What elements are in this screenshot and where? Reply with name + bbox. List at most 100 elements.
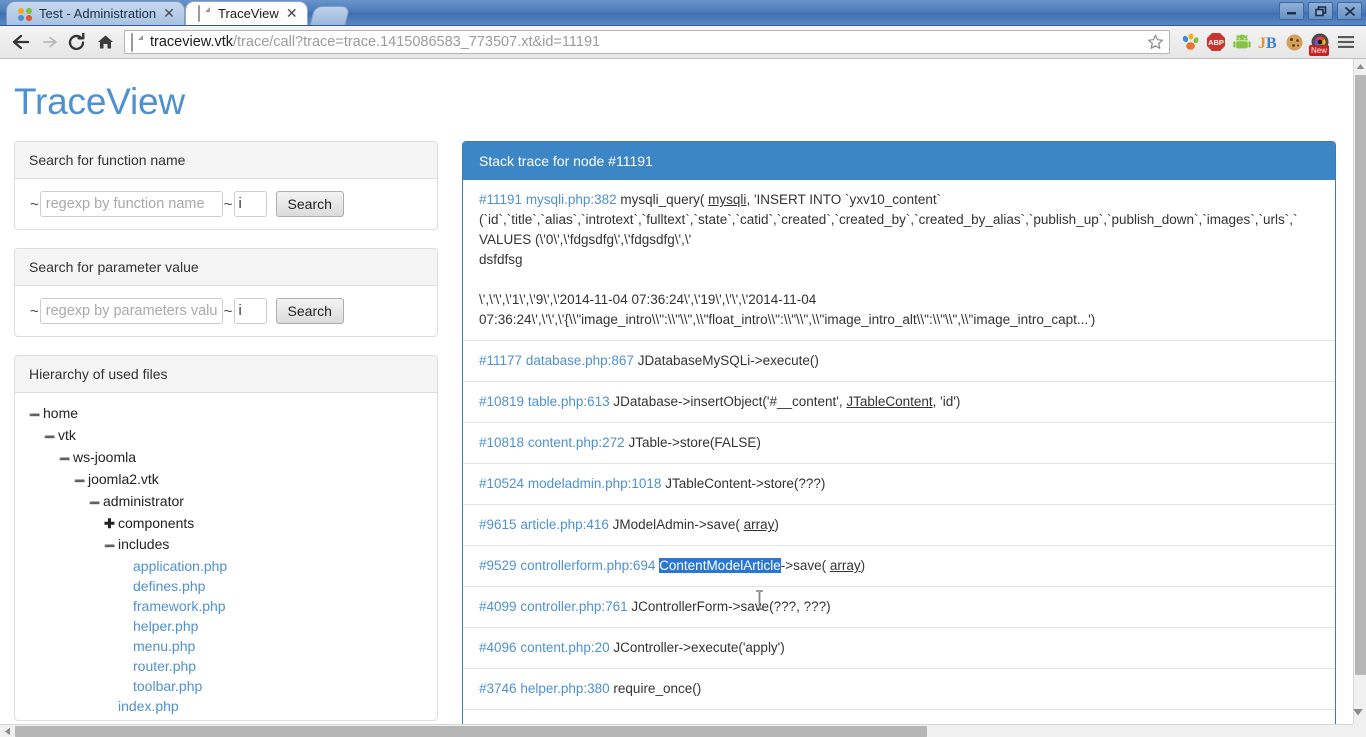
- vertical-scrollbar-thumb[interactable]: [1355, 75, 1366, 675]
- tree-file-link[interactable]: helper.php: [29, 616, 423, 636]
- search-function-button[interactable]: Search: [275, 191, 344, 217]
- horizontal-scrollbar[interactable]: [0, 724, 1366, 737]
- trace-node-id[interactable]: #9529: [479, 558, 517, 573]
- stack-trace-row[interactable]: #10524 modeladmin.php:1018 JTableContent…: [463, 464, 1335, 505]
- tree-folder[interactable]: ✚ components: [29, 513, 423, 534]
- tree-folder-label: vtk: [58, 427, 76, 443]
- expand-plus-icon[interactable]: ✚: [104, 514, 118, 534]
- trace-file-location[interactable]: helper.php:380: [520, 681, 609, 696]
- stack-trace-row[interactable]: #9529 controllerform.php:694 ContentMode…: [463, 546, 1335, 587]
- paw-icon[interactable]: [1178, 29, 1202, 55]
- collapse-minus-icon[interactable]: ➖: [29, 405, 43, 425]
- trace-argument-link[interactable]: array: [744, 517, 775, 532]
- tree-file-label: menu.php: [133, 638, 196, 654]
- cookie-icon[interactable]: [1282, 29, 1306, 55]
- trace-node-id[interactable]: #10524: [479, 476, 524, 491]
- scroll-down-arrow-icon[interactable]: [1352, 704, 1364, 716]
- collapse-minus-icon[interactable]: ➖: [104, 536, 118, 556]
- tree-file-link[interactable]: defines.php: [29, 576, 423, 596]
- jetbrains-icon[interactable]: J B: [1256, 29, 1280, 55]
- scroll-left-arrow-icon[interactable]: [0, 725, 14, 737]
- trace-node-id[interactable]: #11191: [479, 192, 522, 207]
- horizontal-scrollbar-thumb[interactable]: [15, 725, 927, 737]
- stack-trace-row[interactable]: #10818 content.php:272 JTable->store(FAL…: [463, 423, 1335, 464]
- tree-folder-label: administrator: [103, 493, 184, 509]
- camera-lens-icon[interactable]: New: [1308, 29, 1332, 56]
- trace-argument-link[interactable]: array: [830, 558, 861, 573]
- collapse-minus-icon[interactable]: ➖: [89, 493, 103, 513]
- stack-trace-row[interactable]: #3746 helper.php:380 require_once(): [463, 669, 1335, 710]
- tree-file-link[interactable]: index.php: [29, 696, 423, 716]
- trace-file-location[interactable]: modeladmin.php:1018: [528, 476, 662, 491]
- trace-file-location[interactable]: article.php:416: [520, 517, 609, 532]
- trace-file-location[interactable]: mysqli.php:382: [526, 192, 617, 207]
- address-bar[interactable]: traceview.vtk/trace/call?trace=trace.141…: [124, 30, 1170, 54]
- close-icon[interactable]: ✕: [162, 6, 176, 21]
- trace-file-location[interactable]: content.php:20: [520, 640, 609, 655]
- back-button[interactable]: [8, 29, 34, 55]
- trace-node-id[interactable]: #10818: [479, 435, 524, 450]
- trace-file-location[interactable]: controller.php:761: [520, 599, 627, 614]
- stack-trace-row[interactable]: #4099 controller.php:761 JControllerForm…: [463, 587, 1335, 628]
- vertical-scrollbar[interactable]: [1353, 59, 1366, 724]
- collapse-minus-icon[interactable]: ➖: [74, 471, 88, 491]
- search-parameter-flags-input[interactable]: [233, 298, 267, 324]
- trace-argument-link[interactable]: JTableContent: [846, 394, 932, 409]
- browser-tab-joomla[interactable]: Test - Administration ✕: [6, 1, 186, 25]
- content-columns: Search for function name ~ ~ Search Sear…: [0, 123, 1353, 724]
- stack-trace-row[interactable]: #3744 helper.php:348 JComponentHelper::e…: [463, 710, 1335, 724]
- minimize-button[interactable]: [1279, 2, 1304, 20]
- collapse-minus-icon[interactable]: ➖: [44, 427, 58, 447]
- trace-node-id[interactable]: #10819: [479, 394, 524, 409]
- adblock-plus-icon[interactable]: ABP: [1204, 29, 1228, 55]
- stack-trace-row[interactable]: #11177 database.php:867 JDatabaseMySQLi-…: [463, 341, 1335, 382]
- tree-file-link[interactable]: menu.php: [29, 636, 423, 656]
- tree-folder[interactable]: ➖ joomla2.vtk: [29, 469, 423, 491]
- trace-file-location[interactable]: database.php:867: [526, 353, 634, 368]
- new-tab-button[interactable]: [309, 6, 351, 25]
- trace-node-id[interactable]: #11177: [479, 353, 522, 368]
- close-icon[interactable]: ✕: [285, 6, 299, 21]
- tree-file-link[interactable]: application.php: [29, 556, 423, 576]
- page-title: TraceView: [14, 81, 185, 122]
- bookmark-star-icon[interactable]: [1145, 32, 1165, 52]
- window-titlebar: Test - Administration ✕ TraceView ✕: [0, 0, 1366, 26]
- tree-folder[interactable]: ➖ home: [29, 403, 423, 425]
- search-function-flags-input[interactable]: [233, 191, 267, 217]
- trace-node-id[interactable]: #4099: [479, 599, 517, 614]
- tree-folder[interactable]: ➖ ws-joomla: [29, 447, 423, 469]
- trace-node-id[interactable]: #3746: [479, 681, 517, 696]
- trace-file-location[interactable]: content.php:272: [528, 435, 625, 450]
- trace-node-id[interactable]: #4096: [479, 640, 517, 655]
- search-parameter-button[interactable]: Search: [275, 298, 344, 324]
- reload-button[interactable]: [64, 29, 90, 55]
- hamburger-menu-icon[interactable]: [1334, 29, 1358, 55]
- tree-folder[interactable]: ➖ administrator: [29, 491, 423, 513]
- search-parameter-input[interactable]: [39, 298, 223, 324]
- stack-trace-row[interactable]: #10819 table.php:613 JDatabase->insertOb…: [463, 382, 1335, 423]
- browser-tab-traceview[interactable]: TraceView ✕: [185, 1, 308, 25]
- close-button[interactable]: [1337, 2, 1362, 20]
- tree-file-link[interactable]: router.php: [29, 656, 423, 676]
- forward-button[interactable]: [36, 29, 62, 55]
- restore-button[interactable]: [1308, 2, 1333, 20]
- trace-argument-link[interactable]: mysqli: [708, 192, 746, 207]
- trace-node-id[interactable]: #9615: [479, 517, 517, 532]
- tree-file-link[interactable]: toolbar.php: [29, 676, 423, 696]
- svg-text:ABP: ABP: [1208, 38, 1224, 47]
- home-button[interactable]: [92, 29, 118, 55]
- scroll-up-arrow-icon[interactable]: [1354, 59, 1366, 73]
- stack-trace-row[interactable]: #11191 mysqli.php:382 mysqli_query( mysq…: [463, 180, 1335, 341]
- tree-file-link[interactable]: framework.php: [29, 596, 423, 616]
- trace-file-location[interactable]: controllerform.php:694: [520, 558, 655, 573]
- collapse-minus-icon[interactable]: ➖: [59, 449, 73, 469]
- stack-trace-row[interactable]: #9615 article.php:416 JModelAdmin->save(…: [463, 505, 1335, 546]
- tree-folder[interactable]: ➖ vtk: [29, 425, 423, 447]
- trace-file-location[interactable]: table.php:613: [528, 394, 610, 409]
- search-function-input[interactable]: [39, 191, 223, 217]
- android-icon[interactable]: [1230, 29, 1254, 55]
- stack-trace-row[interactable]: #4096 content.php:20 JController->execut…: [463, 628, 1335, 669]
- tree-folder[interactable]: ➖ includes: [29, 534, 423, 556]
- trace-call-text: JDatabaseMySQLi->execute(): [637, 353, 819, 368]
- selected-text[interactable]: ContentModelArticle: [659, 558, 781, 573]
